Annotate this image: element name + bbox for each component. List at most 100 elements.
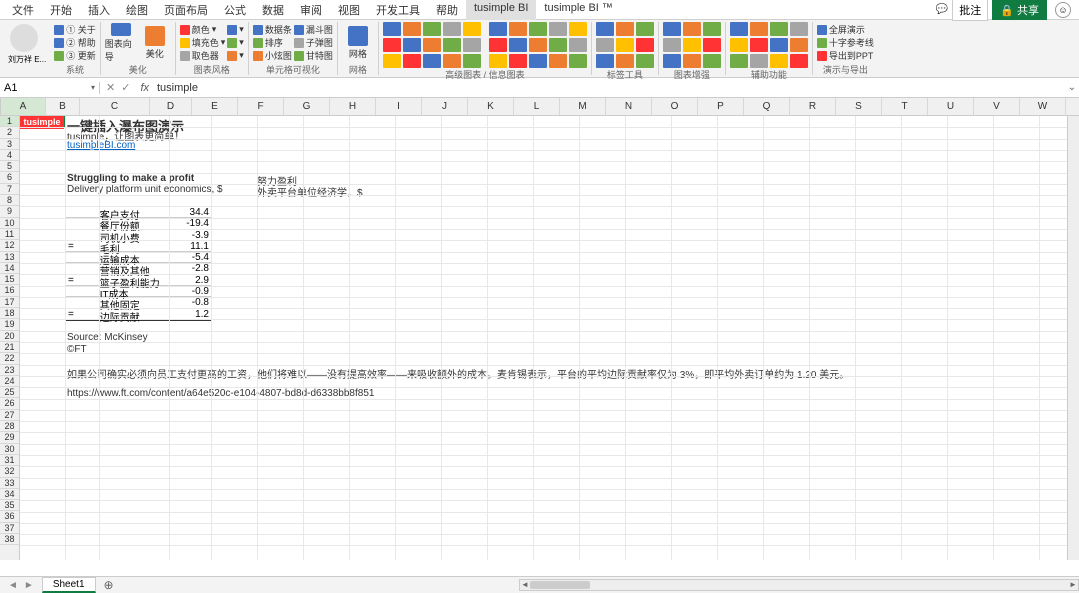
col-header-X[interactable]: X [1066, 98, 1079, 115]
fullscreen-button[interactable]: 全屏演示 [817, 24, 874, 36]
row-header-9[interactable]: 9 [0, 206, 19, 217]
col-header-W[interactable]: W [1020, 98, 1066, 115]
row-header-8[interactable]: 8 [0, 195, 19, 206]
col-header-V[interactable]: V [974, 98, 1020, 115]
col-header-I[interactable]: I [376, 98, 422, 115]
share-button[interactable]: 🔒 共享 [992, 0, 1047, 20]
bullet-button[interactable]: 子弹图 [294, 37, 333, 49]
row-header-31[interactable]: 31 [0, 455, 19, 466]
databar-button[interactable]: 数据条 [253, 24, 292, 36]
row-header-19[interactable]: 19 [0, 319, 19, 330]
grid-button[interactable]: 网格 [342, 23, 374, 63]
row-header-35[interactable]: 35 [0, 500, 19, 511]
col-header-M[interactable]: M [560, 98, 606, 115]
row-header-1[interactable]: 1 [0, 116, 19, 127]
row-header-7[interactable]: 7 [0, 184, 19, 195]
row-header-22[interactable]: 22 [0, 353, 19, 364]
col-header-E[interactable]: E [192, 98, 238, 115]
row-header-15[interactable]: 15 [0, 274, 19, 285]
chart-enhance[interactable] [663, 22, 721, 68]
col-header-O[interactable]: O [652, 98, 698, 115]
funnel-button[interactable]: 漏斗图 [294, 24, 333, 36]
col-header-H[interactable]: H [330, 98, 376, 115]
menu-插入[interactable]: 插入 [80, 0, 118, 20]
fx-icon[interactable]: fx [136, 82, 153, 94]
gantt-button[interactable]: 甘特图 [294, 50, 333, 62]
row-header-10[interactable]: 10 [0, 218, 19, 229]
sort-button[interactable]: 排序 [253, 37, 292, 49]
formula-input[interactable]: tusimple [153, 82, 1065, 94]
row-header-28[interactable]: 28 [0, 421, 19, 432]
row-header-2[interactable]: 2 [0, 127, 19, 138]
row-header-5[interactable]: 5 [0, 161, 19, 172]
col-header-N[interactable]: N [606, 98, 652, 115]
col-header-R[interactable]: R [790, 98, 836, 115]
row-header-21[interactable]: 21 [0, 342, 19, 353]
aux-tools[interactable] [730, 22, 808, 68]
col-header-C[interactable]: C [80, 98, 150, 115]
help-button[interactable]: ② 帮助 [54, 37, 96, 49]
col-header-L[interactable]: L [514, 98, 560, 115]
row-header-30[interactable]: 30 [0, 444, 19, 455]
feedback-icon[interactable]: ☺ [1055, 2, 1071, 18]
row-header-6[interactable]: 6 [0, 172, 19, 183]
row-header-18[interactable]: 18 [0, 308, 19, 319]
row-header-17[interactable]: 17 [0, 297, 19, 308]
menu-页面布局[interactable]: 页面布局 [156, 0, 216, 20]
col-header-A[interactable]: A [1, 98, 46, 115]
menu-视图[interactable]: 视图 [330, 0, 368, 20]
menu-开始[interactable]: 开始 [42, 0, 80, 20]
comment-button[interactable]: 批注 [952, 0, 988, 21]
chart-gallery[interactable] [383, 22, 481, 68]
fill-button[interactable]: 填充色 ▾ [180, 37, 226, 49]
row-header-34[interactable]: 34 [0, 489, 19, 500]
menu-tusimple BI[interactable]: tusimple BI [466, 0, 536, 20]
row-header-26[interactable]: 26 [0, 398, 19, 409]
col-header-P[interactable]: P [698, 98, 744, 115]
row-header-14[interactable]: 14 [0, 263, 19, 274]
col-header-F[interactable]: F [238, 98, 284, 115]
menu-公式[interactable]: 公式 [216, 0, 254, 20]
row-header-11[interactable]: 11 [0, 229, 19, 240]
accept-formula-icon[interactable]: ✓ [121, 81, 130, 94]
expand-formula-icon[interactable]: ⌄ [1065, 82, 1079, 93]
row-header-32[interactable]: 32 [0, 466, 19, 477]
color-button[interactable]: 颜色 ▾ [180, 24, 226, 36]
menu-帮助[interactable]: 帮助 [428, 0, 466, 20]
col-header-S[interactable]: S [836, 98, 882, 115]
col-header-B[interactable]: B [46, 98, 80, 115]
row-header-29[interactable]: 29 [0, 432, 19, 443]
add-sheet-button[interactable]: ⊕ [96, 578, 122, 592]
horizontal-scrollbar[interactable]: ◄ ► [519, 579, 1079, 591]
menu-开发工具[interactable]: 开发工具 [368, 0, 428, 20]
beautify-button[interactable]: 美化 [139, 23, 171, 63]
update-button[interactable]: ③ 更新 [54, 50, 96, 62]
col-header-U[interactable]: U [928, 98, 974, 115]
col-header-J[interactable]: J [422, 98, 468, 115]
row-header-27[interactable]: 27 [0, 410, 19, 421]
name-box[interactable]: A1▾ [0, 82, 100, 94]
avatar[interactable] [10, 24, 38, 52]
row-header-36[interactable]: 36 [0, 511, 19, 522]
menu-文件[interactable]: 文件 [4, 0, 42, 20]
cells-area[interactable]: tusimple 一键插入瀑布图演示 tusimple，让图表更简单！ tusi… [20, 116, 1079, 560]
sheet-nav-next-icon[interactable]: ► [24, 580, 34, 591]
chart-gallery-2[interactable] [489, 22, 587, 68]
export-ppt-button[interactable]: 导出到PPT [817, 50, 874, 62]
menu-绘图[interactable]: 绘图 [118, 0, 156, 20]
about-button[interactable]: ① 关于 [54, 24, 96, 36]
col-header-G[interactable]: G [284, 98, 330, 115]
row-header-16[interactable]: 16 [0, 285, 19, 296]
row-header-37[interactable]: 37 [0, 523, 19, 534]
row-header-23[interactable]: 23 [0, 365, 19, 376]
row-header-13[interactable]: 13 [0, 252, 19, 263]
label-tools[interactable] [596, 22, 654, 68]
col-header-T[interactable]: T [882, 98, 928, 115]
row-header-12[interactable]: 12 [0, 240, 19, 251]
menu-tusimple BI ™[interactable]: tusimple BI ™ [536, 0, 620, 20]
row-header-24[interactable]: 24 [0, 376, 19, 387]
row-header-33[interactable]: 33 [0, 478, 19, 489]
row-header-4[interactable]: 4 [0, 150, 19, 161]
sheet-nav-prev-icon[interactable]: ◄ [8, 580, 18, 591]
menu-审阅[interactable]: 审阅 [292, 0, 330, 20]
